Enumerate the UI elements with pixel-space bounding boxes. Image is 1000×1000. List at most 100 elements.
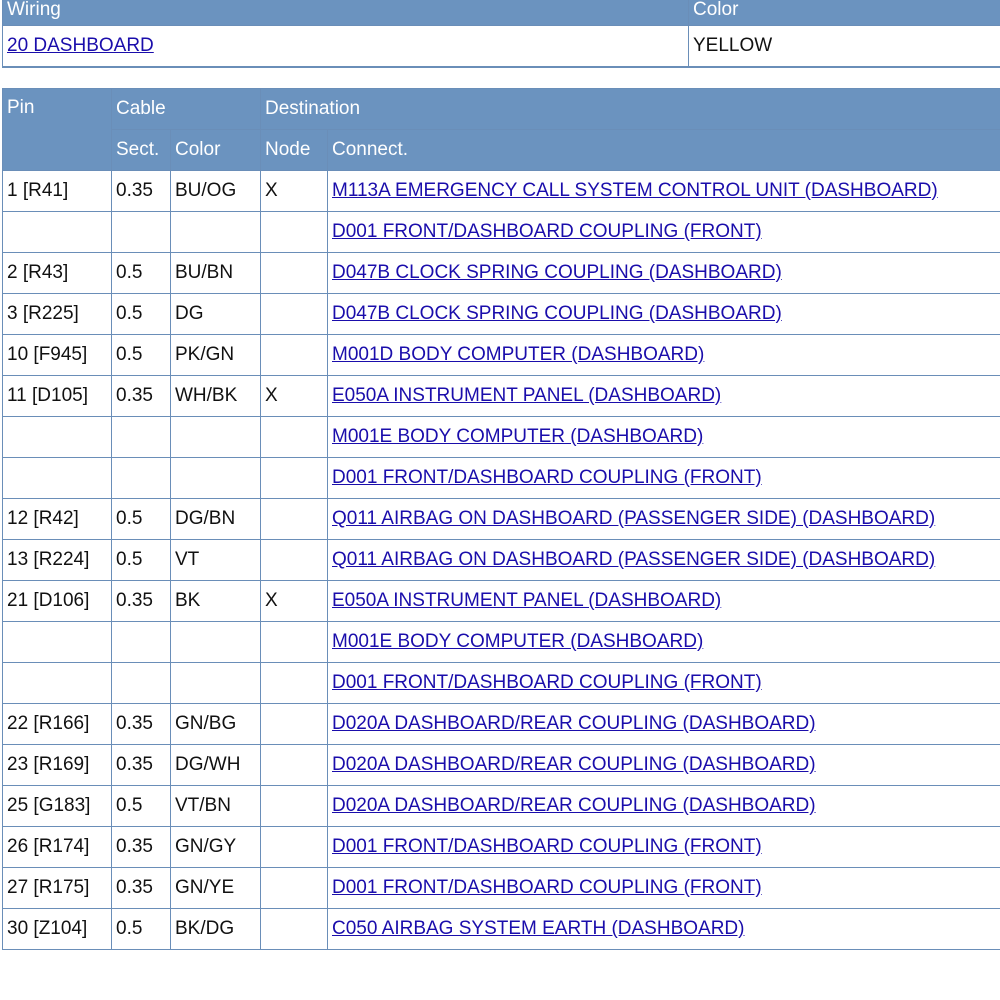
sect-cell (111, 416, 171, 458)
sect-cell (111, 457, 171, 499)
connect-link[interactable]: D001 FRONT/DASHBOARD COUPLING (FRONT) (332, 836, 762, 857)
pin-cell: 12 [R42] (2, 498, 112, 540)
sect-column-header: Sect. (111, 129, 171, 171)
pin-cell (2, 662, 112, 704)
table-row: D001 FRONT/DASHBOARD COUPLING (FRONT) (2, 662, 1000, 704)
table-row: M001E BODY COMPUTER (DASHBOARD) (2, 416, 1000, 458)
connect-link[interactable]: D047B CLOCK SPRING COUPLING (DASHBOARD) (332, 303, 782, 324)
pin-cell (2, 211, 112, 253)
table-row: 3 [R225] 0.5 DG D047B CLOCK SPRING COUPLING… (2, 293, 1000, 335)
sect-cell: 0.5 (111, 293, 171, 335)
connect-cell: D001 FRONT/DASHBOARD COUPLING (FRONT) (327, 211, 1000, 253)
node-cell: X (260, 170, 328, 212)
pin-cell: 25 [G183] (2, 785, 112, 827)
sect-cell (111, 211, 171, 253)
sect-cell: 0.35 (111, 703, 171, 745)
color-cell: GN/BG (170, 703, 261, 745)
sect-cell: 0.35 (111, 744, 171, 786)
connect-link[interactable]: D020A DASHBOARD/REAR COUPLING (DASHBOARD… (332, 795, 816, 816)
pin-cell: 3 [R225] (2, 293, 112, 335)
node-cell (260, 293, 328, 335)
node-column-header: Node (260, 129, 328, 171)
color-cell: DG/BN (170, 498, 261, 540)
pin-cell (2, 621, 112, 663)
connect-cell: D020A DASHBOARD/REAR COUPLING (DASHBOARD… (327, 703, 1000, 745)
table-row: 12 [R42] 0.5 DG/BN Q011 AIRBAG ON DASHBOARD… (2, 498, 1000, 540)
table-row: D001 FRONT/DASHBOARD COUPLING (FRONT) (2, 211, 1000, 253)
pin-table: Pin Cable Destination Sect. Color Node C… (2, 88, 1000, 950)
table-row: 25 [G183] 0.5 VT/BN D020A DASHBOARD/REAR CO… (2, 785, 1000, 827)
pin-cell: 30 [Z104] (2, 908, 112, 950)
wiring-link[interactable]: 20 DASHBOARD (7, 35, 154, 56)
pin-cell: 2 [R43] (2, 252, 112, 294)
connect-link[interactable]: D001 FRONT/DASHBOARD COUPLING (FRONT) (332, 672, 762, 693)
node-cell (260, 621, 328, 663)
color-cell: DG (170, 293, 261, 335)
pin-column-header: Pin (2, 88, 112, 171)
connect-cell: M001E BODY COMPUTER (DASHBOARD) (327, 621, 1000, 663)
node-cell (260, 457, 328, 499)
connect-link[interactable]: Q011 AIRBAG ON DASHBOARD (PASSENGER SIDE… (332, 549, 935, 570)
color-cell (170, 662, 261, 704)
connect-link[interactable]: M001E BODY COMPUTER (DASHBOARD) (332, 631, 703, 652)
table-row: 2 [R43] 0.5 BU/BN D047B CLOCK SPRING COUPLI… (2, 252, 1000, 294)
connect-link[interactable]: D020A DASHBOARD/REAR COUPLING (DASHBOARD… (332, 754, 816, 775)
connect-link[interactable]: D001 FRONT/DASHBOARD COUPLING (FRONT) (332, 221, 762, 242)
wiring-column-header: Wiring (2, 0, 689, 26)
connect-cell: D047B CLOCK SPRING COUPLING (DASHBOARD) (327, 293, 1000, 335)
connect-column-header: Connect. (327, 129, 1000, 171)
sect-cell: 0.5 (111, 334, 171, 376)
pin-cell: 1 [R41] (2, 170, 112, 212)
color-cell: BU/OG (170, 170, 261, 212)
sect-cell: 0.35 (111, 580, 171, 622)
color-cell: VT/BN (170, 785, 261, 827)
color-column-header: Color (170, 129, 261, 171)
color-cell: PK/GN (170, 334, 261, 376)
connect-cell: M113A EMERGENCY CALL SYSTEM CONTROL UNIT… (327, 170, 1000, 212)
sect-cell: 0.5 (111, 252, 171, 294)
sect-cell: 0.35 (111, 826, 171, 868)
sect-cell: 0.5 (111, 498, 171, 540)
pin-cell: 22 [R166] (2, 703, 112, 745)
connect-link[interactable]: D020A DASHBOARD/REAR COUPLING (DASHBOARD… (332, 713, 816, 734)
color-cell: BK/DG (170, 908, 261, 950)
connect-cell: D047B CLOCK SPRING COUPLING (DASHBOARD) (327, 252, 1000, 294)
connect-cell: C050 AIRBAG SYSTEM EARTH (DASHBOARD) (327, 908, 1000, 950)
connect-link[interactable]: D001 FRONT/DASHBOARD COUPLING (FRONT) (332, 877, 762, 898)
sect-cell (111, 621, 171, 663)
connect-link[interactable]: M113A EMERGENCY CALL SYSTEM CONTROL UNIT… (332, 180, 938, 201)
table-row: 23 [R169] 0.35 DG/WH D020A DASHBOARD/REAR C… (2, 744, 1000, 786)
wiring-row: 20 DASHBOARD YELLOW (2, 25, 1000, 68)
table-row: 11 [D105] 0.35 WH/BK X E050A INSTRUMENT PANE… (2, 375, 1000, 417)
pin-table-body: 1 [R41] 0.35 BU/OG X M113A EMERGENCY CALL SY… (2, 170, 1000, 950)
connect-link[interactable]: M001E BODY COMPUTER (DASHBOARD) (332, 426, 703, 447)
sect-cell: 0.35 (111, 867, 171, 909)
sect-cell: 0.5 (111, 908, 171, 950)
table-row: 22 [R166] 0.35 GN/BG D020A DASHBOARD/REAR C… (2, 703, 1000, 745)
table-row: D001 FRONT/DASHBOARD COUPLING (FRONT) (2, 457, 1000, 499)
connect-cell: E050A INSTRUMENT PANEL (DASHBOARD) (327, 375, 1000, 417)
table-row: 1 [R41] 0.35 BU/OG X M113A EMERGENCY CALL SY… (2, 170, 1000, 212)
node-cell (260, 662, 328, 704)
destination-column-header: Destination (260, 88, 1000, 130)
node-cell (260, 252, 328, 294)
node-cell (260, 334, 328, 376)
connect-link[interactable]: C050 AIRBAG SYSTEM EARTH (DASHBOARD) (332, 918, 744, 939)
color-cell: BU/BN (170, 252, 261, 294)
sect-cell (111, 662, 171, 704)
color-column-header: Color (688, 0, 1000, 26)
pin-cell: 11 [D105] (2, 375, 112, 417)
connect-link[interactable]: E050A INSTRUMENT PANEL (DASHBOARD) (332, 385, 721, 406)
connect-link[interactable]: D001 FRONT/DASHBOARD COUPLING (FRONT) (332, 467, 762, 488)
connect-cell: D001 FRONT/DASHBOARD COUPLING (FRONT) (327, 826, 1000, 868)
connect-link[interactable]: E050A INSTRUMENT PANEL (DASHBOARD) (332, 590, 721, 611)
connect-cell: D001 FRONT/DASHBOARD COUPLING (FRONT) (327, 457, 1000, 499)
connect-cell: D020A DASHBOARD/REAR COUPLING (DASHBOARD… (327, 744, 1000, 786)
node-cell (260, 785, 328, 827)
connect-link[interactable]: M001D BODY COMPUTER (DASHBOARD) (332, 344, 704, 365)
connect-cell: D020A DASHBOARD/REAR COUPLING (DASHBOARD… (327, 785, 1000, 827)
wiring-header-row: Wiring Color (2, 0, 1000, 26)
connect-cell: D001 FRONT/DASHBOARD COUPLING (FRONT) (327, 662, 1000, 704)
connect-link[interactable]: Q011 AIRBAG ON DASHBOARD (PASSENGER SIDE… (332, 508, 935, 529)
connect-link[interactable]: D047B CLOCK SPRING COUPLING (DASHBOARD) (332, 262, 782, 283)
